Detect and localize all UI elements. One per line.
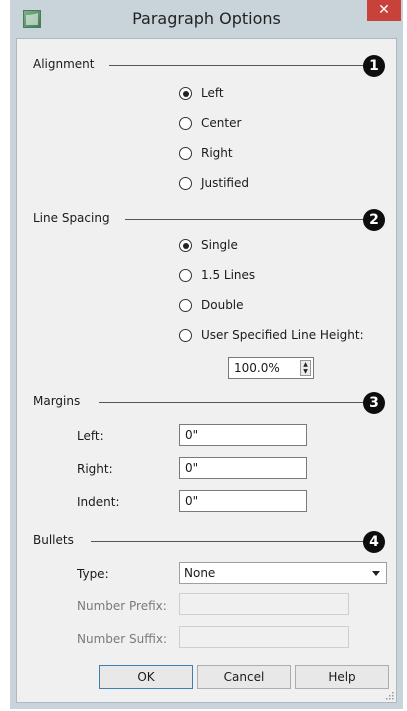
margin-right-input[interactable]: 0" [179,457,307,479]
margin-right-label: Right: [77,462,113,476]
radio-label: 1.5 Lines [201,268,256,282]
radio-label: Right [201,146,233,160]
radio-button[interactable] [179,117,192,130]
chevron-down-icon[interactable] [372,571,380,576]
ok-button[interactable]: OK [99,665,193,689]
bullet-type-select[interactable]: None [179,562,387,584]
radio-button[interactable] [179,147,192,160]
bullets-section-label: Bullets [33,533,74,547]
margin-left-value[interactable]: 0" [185,428,198,442]
radio-button-selected[interactable] [179,87,192,100]
bullet-type-value[interactable]: None [184,566,215,580]
cancel-button[interactable]: Cancel [197,665,291,689]
radio-button[interactable] [179,299,192,312]
help-button[interactable]: Help [295,665,389,689]
number-prefix-label: Number Prefix: [77,599,167,613]
alignment-section-label: Alignment [33,57,95,71]
line-spacing-divider [125,219,365,220]
bullet-type-label: Type: [77,567,109,581]
radio-label: Left [201,86,224,100]
margin-indent-value[interactable]: 0" [185,494,198,508]
dialog-body: Alignment 1 Left Center Right Justified … [16,38,397,703]
line-spacing-section-label: Line Spacing [33,211,110,225]
margin-right-value[interactable]: 0" [185,461,198,475]
spinner-arrows-icon[interactable]: ▲ ▼ [300,360,311,376]
number-suffix-input[interactable] [179,626,349,648]
alignment-divider [109,65,365,66]
margins-section-label: Margins [33,394,81,408]
radio-button[interactable] [179,269,192,282]
dialog-title: Paragraph Options [132,9,281,28]
radio-label: User Specified Line Height: [201,328,364,342]
radio-label: Single [201,238,238,252]
close-button[interactable]: ✕ [367,0,401,21]
bullets-divider [91,541,365,542]
margin-left-label: Left: [77,429,104,443]
margin-indent-label: Indent: [77,495,120,509]
radio-label: Justified [201,176,249,190]
line-height-spinner[interactable]: 100.0% ▲ ▼ [228,357,314,379]
paragraph-options-dialog: Paragraph Options ✕ Alignment 1 Left Cen… [10,0,403,709]
radio-button[interactable] [179,329,192,342]
radio-button[interactable] [179,177,192,190]
close-icon: ✕ [378,2,390,18]
margin-left-input[interactable]: 0" [179,424,307,446]
line-height-value[interactable]: 100.0% [234,361,280,375]
number-suffix-label: Number Suffix: [77,632,167,646]
radio-button-selected[interactable] [179,239,192,252]
margin-indent-input[interactable]: 0" [179,490,307,512]
callout-badge-2: 2 [363,209,385,231]
number-prefix-input[interactable] [179,593,349,615]
callout-badge-3: 3 [363,392,385,414]
radio-label: Double [201,298,244,312]
margins-divider [99,402,365,403]
resize-grip-icon[interactable] [386,692,394,700]
callout-badge-1: 1 [363,55,385,77]
callout-badge-4: 4 [363,531,385,553]
title-bar[interactable]: Paragraph Options ✕ [10,0,403,38]
radio-label: Center [201,116,242,130]
